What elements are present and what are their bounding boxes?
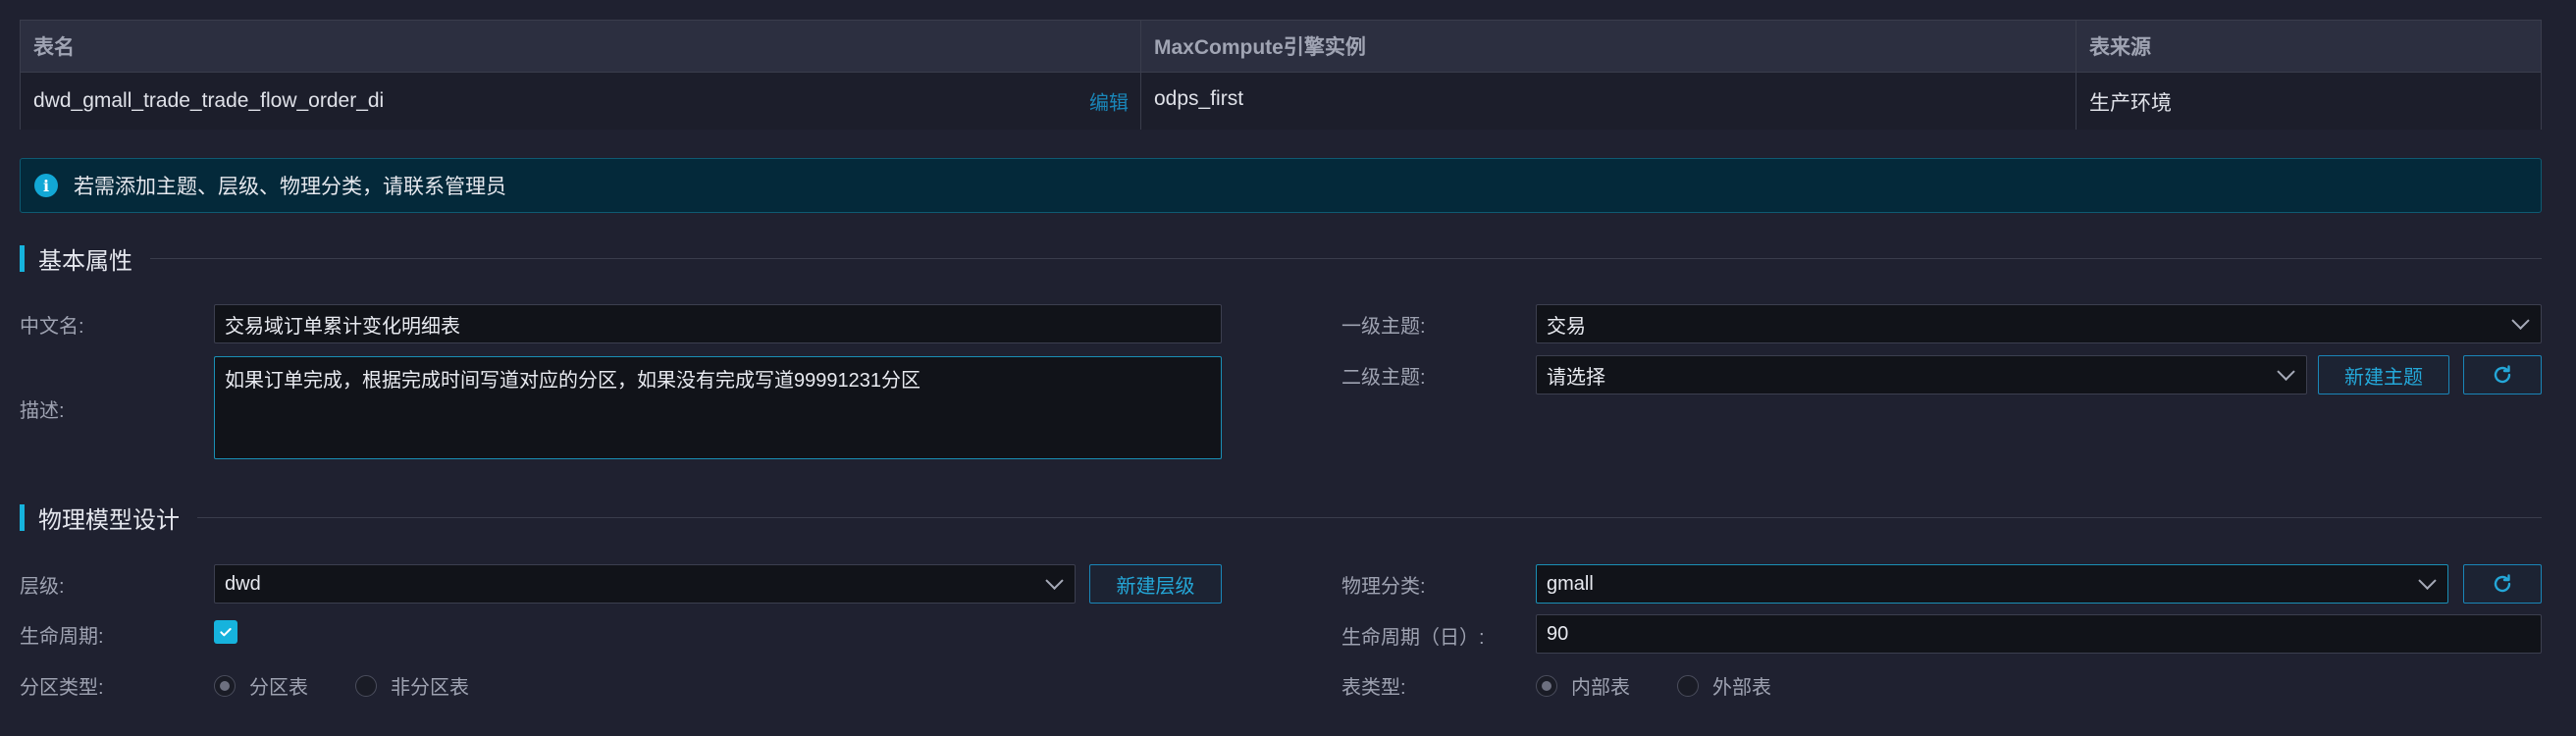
radio-non-partitioned[interactable] — [355, 674, 377, 697]
section-divider — [150, 257, 2542, 259]
layer-label: 层级: — [20, 576, 65, 598]
radio-label-internal: 内部表 — [1571, 677, 1630, 699]
chevron-down-icon — [2511, 311, 2530, 330]
table-info: 表名 MaxCompute引擎实例 表来源 dwd_gmall_trade_tr… — [20, 20, 2542, 130]
cell-engine-instance: odps_first — [1141, 73, 2077, 130]
check-icon — [220, 628, 232, 637]
radio-internal-table[interactable] — [1536, 674, 1557, 697]
section-divider — [197, 516, 2542, 518]
table-row: dwd_gmall_trade_trade_flow_order_di 编辑 o… — [21, 73, 2541, 130]
description-textarea[interactable]: 如果订单完成，根据完成时间写道对应的分区，如果没有完成写道99991231分区 — [214, 356, 1222, 459]
physical-category-value: gmall — [1547, 572, 1594, 595]
level2-topic-value: 请选择 — [1547, 366, 1605, 389]
radio-external-table[interactable] — [1677, 674, 1699, 697]
table-header: 表名 MaxCompute引擎实例 表来源 — [21, 21, 2541, 73]
chevron-down-icon — [2277, 362, 2295, 381]
level1-topic-label: 一级主题: — [1341, 316, 1426, 338]
refresh-topic-button[interactable] — [2463, 355, 2542, 394]
level1-topic-value: 交易 — [1547, 315, 1586, 338]
info-icon: i — [34, 174, 58, 197]
header-table-name: 表名 — [21, 21, 1141, 72]
alert-text: 若需添加主题、层级、物理分类，请联系管理员 — [74, 176, 506, 198]
chinese-name-label: 中文名: — [20, 316, 84, 338]
cell-table-name: dwd_gmall_trade_trade_flow_order_di 编辑 — [21, 73, 1141, 130]
layer-value: dwd — [225, 572, 261, 595]
radio-label-external: 外部表 — [1712, 677, 1771, 699]
new-layer-button[interactable]: 新建层级 — [1089, 564, 1222, 604]
description-label: 描述: — [20, 400, 65, 422]
section-accent-bar — [20, 503, 25, 531]
partition-type-label: 分区类型: — [20, 677, 104, 699]
physical-category-label: 物理分类: — [1341, 576, 1426, 598]
radio-label-non-partitioned: 非分区表 — [391, 677, 469, 699]
lifecycle-days-label: 生命周期（日）: — [1341, 627, 1485, 649]
radio-partitioned[interactable] — [214, 674, 236, 697]
section-title: 物理模型设计 — [38, 506, 180, 534]
layer-select[interactable]: dwd — [214, 564, 1076, 604]
level2-topic-select[interactable]: 请选择 — [1536, 355, 2307, 394]
level2-topic-label: 二级主题: — [1341, 367, 1426, 389]
physical-category-select[interactable]: gmall — [1536, 564, 2448, 604]
partition-type-radio-group: 分区表 非分区表 — [214, 671, 516, 700]
chinese-name-input[interactable]: 交易域订单累计变化明细表 — [214, 304, 1222, 343]
table-type-label: 表类型: — [1341, 677, 1406, 699]
section-basic-properties: 基本属性 — [20, 243, 2542, 275]
header-engine-instance: MaxCompute引擎实例 — [1141, 21, 2077, 72]
header-table-source: 表来源 — [2089, 36, 2151, 59]
section-accent-bar — [20, 244, 25, 272]
lifecycle-checkbox[interactable] — [214, 620, 237, 644]
table-type-radio-group: 内部表 外部表 — [1536, 671, 1818, 700]
info-alert: i 若需添加主题、层级、物理分类，请联系管理员 — [20, 158, 2542, 213]
refresh-category-button[interactable] — [2463, 564, 2542, 604]
lifecycle-label: 生命周期: — [20, 626, 104, 648]
radio-label-partitioned: 分区表 — [249, 677, 308, 699]
new-topic-button[interactable]: 新建主题 — [2318, 355, 2449, 394]
level1-topic-select[interactable]: 交易 — [1536, 304, 2542, 343]
chevron-down-icon — [2418, 571, 2437, 590]
edit-link[interactable]: 编辑 — [1089, 87, 1129, 116]
refresh-icon — [2494, 574, 2511, 593]
section-title: 基本属性 — [38, 247, 132, 275]
cell-table-source: 生产环境 — [2089, 92, 2172, 115]
lifecycle-days-input[interactable]: 90 — [1536, 614, 2542, 654]
section-physical-model: 物理模型设计 — [20, 502, 2542, 534]
chevron-down-icon — [1045, 571, 1064, 590]
refresh-icon — [2494, 365, 2511, 384]
table-name-text: dwd_gmall_trade_trade_flow_order_di — [33, 89, 385, 112]
